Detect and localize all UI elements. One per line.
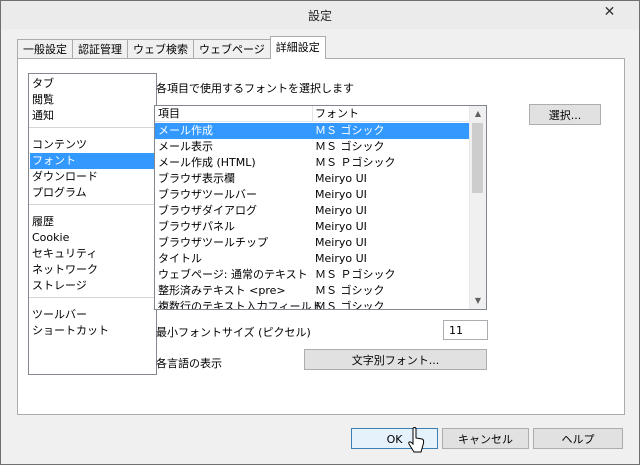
tab-panel-advanced: タブ 閲覧 通知 コンテンツ フォント ダウンロード プログラム 履歴 Cookie セキュリティ… xyxy=(17,58,625,415)
vertical-scrollbar[interactable]: ▲ ▼ xyxy=(469,106,486,309)
category-item[interactable]: 履歴 xyxy=(30,214,155,230)
font-row-font: ＭＳ Ｐゴシック xyxy=(315,156,396,169)
column-header-item[interactable]: 項目 xyxy=(158,106,180,121)
font-row[interactable]: ブラウザダイアログ Meiryo UI xyxy=(155,203,469,219)
tab-3[interactable]: ウェブ検索 xyxy=(127,39,194,59)
settings-dialog: 設定 ✕ 一般設定 認証管理 ウェブ検索 ウェブページ 詳細設定 タブ 閲覧 通知コンテンツ… xyxy=(0,0,640,465)
font-list[interactable]: 項目 フォント メール作成 ＭＳ ゴシック メール表示 ＭＳ ゴシック メール作成 (H… xyxy=(154,105,487,310)
font-row-item: ブラウザツールバー xyxy=(158,188,257,201)
category-separator xyxy=(29,204,156,205)
font-row-font: ＭＳ ゴシック xyxy=(315,300,385,310)
category-separator xyxy=(29,127,156,128)
min-font-size-input[interactable]: 11 xyxy=(443,320,488,340)
font-row[interactable]: メール作成 ＭＳ ゴシック xyxy=(155,123,469,139)
font-row[interactable]: メール作成 (HTML) ＭＳ Ｐゴシック xyxy=(155,155,469,171)
scroll-thumb[interactable] xyxy=(472,123,483,193)
category-item[interactable]: コンテンツ xyxy=(30,137,155,153)
font-row[interactable]: ブラウザパネル Meiryo UI xyxy=(155,219,469,235)
category-item[interactable]: プログラム xyxy=(30,185,155,201)
title-bar: 設定 ✕ xyxy=(1,1,639,29)
font-row-font: Meiryo UI xyxy=(315,220,367,233)
font-row-item: ウェブページ: 通常のテキスト xyxy=(158,268,308,281)
min-font-size-label: 最小フォントサイズ (ピクセル) xyxy=(156,326,311,339)
column-header-font[interactable]: フォント xyxy=(315,106,359,121)
column-divider[interactable] xyxy=(312,106,313,121)
category-item[interactable]: フォント xyxy=(30,153,155,169)
category-item[interactable]: タブ xyxy=(30,76,155,92)
tab-5[interactable]: 詳細設定 xyxy=(269,36,326,59)
list-header: 項目 フォント xyxy=(155,106,469,122)
font-row-item: タイトル xyxy=(158,252,202,265)
tab-4[interactable]: ウェブページ xyxy=(193,39,271,59)
category-item[interactable]: ショートカット xyxy=(30,323,155,339)
close-button[interactable]: ✕ xyxy=(587,2,632,22)
font-row-font: Meiryo UI xyxy=(315,252,367,265)
tab-1[interactable]: 一般設定 xyxy=(17,39,73,59)
font-row-item: ブラウザツールチップ xyxy=(158,236,268,249)
category-item[interactable]: セキュリティ xyxy=(30,246,155,262)
font-row-item: ブラウザ表示欄 xyxy=(158,172,235,185)
font-row-item: メール作成 (HTML) xyxy=(158,156,256,169)
font-row[interactable]: ブラウザツールバー Meiryo UI xyxy=(155,187,469,203)
font-row[interactable]: ブラウザ表示欄 Meiryo UI xyxy=(155,171,469,187)
font-row-font: ＭＳ ゴシック xyxy=(315,124,385,137)
category-list[interactable]: タブ 閲覧 通知コンテンツ フォント ダウンロード プログラム履歴 Cookie セキュリティ… xyxy=(28,73,157,375)
font-row-item: ブラウザパネル xyxy=(158,220,235,233)
tab-2[interactable]: 認証管理 xyxy=(72,39,128,59)
category-item[interactable]: ストレージ xyxy=(30,278,155,294)
category-item[interactable]: ツールバー xyxy=(30,307,155,323)
font-row-font: Meiryo UI xyxy=(315,188,367,201)
window-title: 設定 xyxy=(307,9,332,23)
scroll-down-icon[interactable]: ▼ xyxy=(470,293,486,309)
font-section-heading: 各項目で使用するフォントを選択します xyxy=(156,82,354,95)
font-row-font: ＭＳ Ｐゴシック xyxy=(315,268,396,281)
font-row-font: ＭＳ ゴシック xyxy=(315,284,385,297)
category-item[interactable]: Cookie xyxy=(30,230,155,246)
category-item[interactable]: ダウンロード xyxy=(30,169,155,185)
tab-bar: 一般設定 認証管理 ウェブ検索 ウェブページ 詳細設定 xyxy=(17,36,326,59)
font-row[interactable]: ウェブページ: 通常のテキスト ＭＳ Ｐゴシック xyxy=(155,267,469,283)
font-row-font: Meiryo UI xyxy=(315,236,367,249)
help-button[interactable]: ヘルプ xyxy=(533,428,623,449)
font-row-font: ＭＳ ゴシック xyxy=(315,140,385,153)
font-row[interactable]: タイトル Meiryo UI xyxy=(155,251,469,267)
category-item[interactable]: 閲覧 xyxy=(30,92,155,108)
select-font-button[interactable]: 選択... xyxy=(529,104,601,125)
per-language-font-button[interactable]: 文字別フォント... xyxy=(304,349,487,370)
font-row-font: Meiryo UI xyxy=(315,204,367,217)
font-row-item: メール作成 xyxy=(158,124,213,137)
font-row[interactable]: 整形済みテキスト <pre> ＭＳ ゴシック xyxy=(155,283,469,299)
category-item[interactable]: 通知 xyxy=(30,108,155,124)
cancel-button[interactable]: キャンセル xyxy=(442,428,529,449)
language-display-label: 各言語の表示 xyxy=(156,357,222,370)
mouse-pointer-icon xyxy=(408,427,425,453)
font-row-item: 整形済みテキスト <pre> xyxy=(158,284,286,297)
category-separator xyxy=(29,297,156,298)
font-row[interactable]: 複数行のテキスト入力フィールド ＭＳ ゴシック xyxy=(155,299,469,310)
font-row-font: Meiryo UI xyxy=(315,172,367,185)
font-row[interactable]: メール表示 ＭＳ ゴシック xyxy=(155,139,469,155)
scroll-up-icon[interactable]: ▲ xyxy=(470,106,486,122)
font-row[interactable]: ブラウザツールチップ Meiryo UI xyxy=(155,235,469,251)
font-row-item: メール表示 xyxy=(158,140,213,153)
font-row-item: ブラウザダイアログ xyxy=(158,204,257,217)
category-item[interactable]: ネットワーク xyxy=(30,262,155,278)
font-row-item: 複数行のテキスト入力フィールド xyxy=(158,300,323,310)
